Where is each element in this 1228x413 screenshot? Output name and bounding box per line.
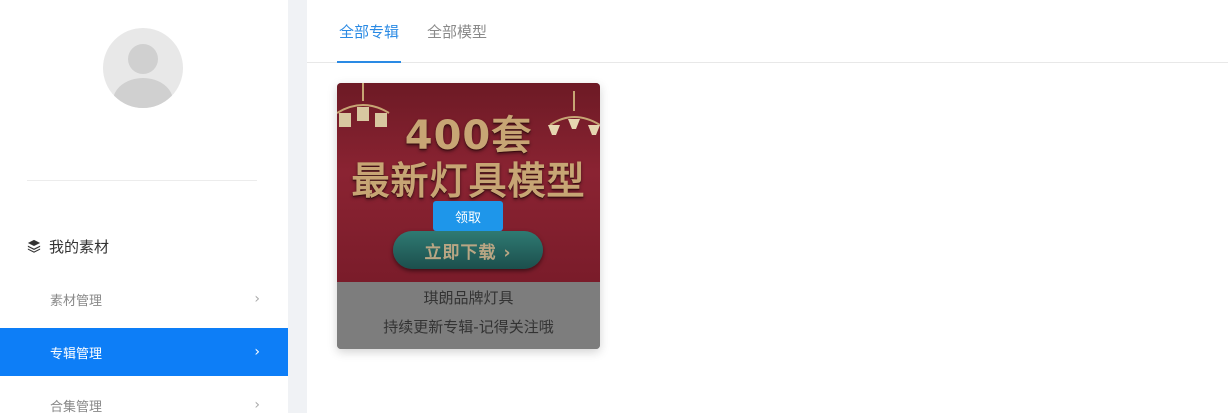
sidebar-item-album-management[interactable]: 专辑管理 › (0, 328, 288, 376)
avatar-body (113, 78, 173, 108)
sidebar-item-collection-management[interactable]: 合集管理 › (0, 381, 288, 413)
tab-all-albums[interactable]: 全部专辑 (337, 0, 401, 63)
layers-icon (27, 239, 41, 253)
sidebar-item-label: 合集管理 (50, 399, 103, 413)
sidebar-item-label: 素材管理 (50, 293, 103, 309)
sidebar-item-label: 专辑管理 (50, 346, 103, 362)
tab-bar: 全部专辑 全部模型 (307, 0, 1228, 63)
section-title-label: 我的素材 (49, 237, 110, 256)
album-card[interactable]: 400套 最新灯具模型 立即下载 › 领取 琪朗品牌灯具 持续更新专辑-记得关注… (337, 83, 600, 349)
chevron-right-icon: › (254, 291, 260, 307)
banner-subheadline: 最新灯具模型 (351, 159, 586, 203)
sidebar-divider (27, 180, 257, 181)
chevron-right-icon: › (254, 344, 260, 360)
sidebar-item-material-management[interactable]: 素材管理 › (0, 275, 288, 323)
avatar-head (128, 44, 158, 74)
main-content: 全部专辑 全部模型 400套 最新灯具模型 立即下载 › 领取 琪朗品牌灯具 持… (307, 0, 1228, 413)
sidebar: 我的素材 素材管理 › 专辑管理 › 合集管理 › (0, 0, 288, 413)
album-description: 持续更新专辑-记得关注哦 (383, 318, 554, 336)
claim-button[interactable]: 领取 (433, 201, 503, 231)
user-avatar-icon[interactable] (103, 28, 183, 108)
tab-all-models[interactable]: 全部模型 (425, 0, 489, 63)
section-my-materials: 我的素材 (27, 233, 109, 259)
album-cover-image: 400套 最新灯具模型 立即下载 › (337, 83, 600, 282)
layout-gutter (288, 0, 307, 413)
banner-headline: 400套 (404, 113, 533, 159)
album-name: 琪朗品牌灯具 (423, 289, 514, 307)
chevron-right-icon: › (254, 397, 260, 413)
banner-download-graphic: 立即下载 › (393, 231, 543, 269)
